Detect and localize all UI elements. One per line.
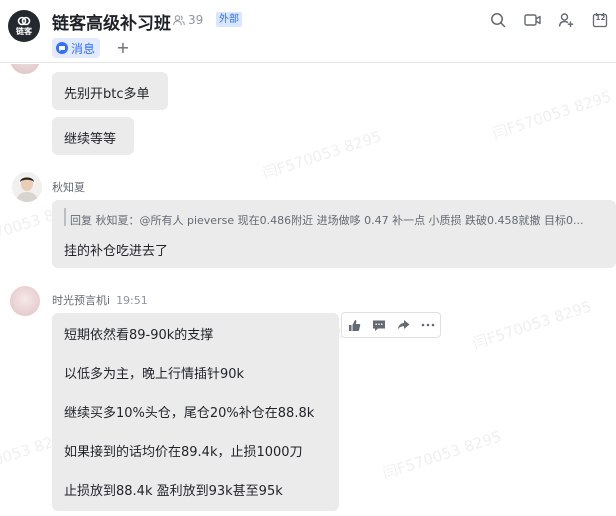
watermark: 闫F570053 8295 xyxy=(490,87,614,143)
forward-icon xyxy=(397,320,410,330)
message-bubble[interactable]: 回复 秋知夏：@所有人 pieverse 现在0.486附近 进场做哆 0.47… xyxy=(52,200,616,268)
watermark: 闫F570053 8295 xyxy=(380,427,504,483)
forward-button[interactable] xyxy=(391,313,416,337)
header-toolbar: 12 xyxy=(480,10,616,30)
message-line: 以低多为主，晚上行情插针90k xyxy=(64,367,245,382)
message-line: 继续买多10%头仓，尾仓20%补仓在88.8k xyxy=(64,406,315,421)
watermark: 闫F570053 8295 xyxy=(470,297,594,353)
avatar[interactable] xyxy=(10,286,40,316)
message-bubble[interactable]: 先别开btc多单 xyxy=(52,72,168,110)
message-icon xyxy=(56,42,68,54)
calendar-button[interactable]: 12 xyxy=(584,10,616,30)
video-icon xyxy=(523,14,541,26)
chat-header: 链客 链客高级补习班 39 外部 12 消息 + xyxy=(0,0,616,63)
message-text: 先别开btc多单 xyxy=(64,87,150,102)
tab-messages-label: 消息 xyxy=(71,41,96,56)
add-member-icon xyxy=(558,13,574,27)
thumbs-up-icon xyxy=(348,319,361,331)
sender-line: 时光预言机i 19:51 xyxy=(52,292,148,308)
video-call-button[interactable] xyxy=(516,10,548,30)
message-text: 挂的补仓吃进去了 xyxy=(64,244,169,259)
member-count[interactable]: 39 xyxy=(173,13,203,27)
group-avatar-text: 链客 xyxy=(16,27,32,36)
member-count-value: 39 xyxy=(188,13,204,27)
message-text: 继续等等 xyxy=(64,132,117,147)
message-line: 止损放到88.4k 盈利放到93k甚至95k xyxy=(64,484,283,499)
external-badge: 外部 xyxy=(216,12,242,27)
reply-button[interactable] xyxy=(367,313,392,337)
group-title[interactable]: 链客高级补习班 xyxy=(52,9,171,34)
calendar-day: 12 xyxy=(595,14,606,22)
more-button[interactable] xyxy=(416,313,441,337)
message-time: 19:51 xyxy=(116,294,148,307)
message-list[interactable]: 闫F570053 8295 闫F570053 8295 闫F570053 829… xyxy=(0,64,616,516)
message-line: 短期依然看89-90k的支撑 xyxy=(64,328,214,343)
message-bubble[interactable]: 短期依然看89-90k的支撑 以低多为主，晚上行情插针90k 继续买多10%头仓… xyxy=(52,313,339,511)
message-actions-bar xyxy=(341,312,441,338)
message-bubble[interactable]: 继续等等 xyxy=(52,117,134,155)
reaction-button[interactable] xyxy=(342,313,367,337)
reply-indicator xyxy=(64,208,66,226)
sender-name[interactable]: 秋知夏 xyxy=(52,179,85,195)
search-icon xyxy=(491,13,506,28)
comment-icon xyxy=(372,320,385,331)
avatar[interactable] xyxy=(12,172,42,202)
watermark: 闫F570053 8295 xyxy=(260,127,384,183)
add-member-button[interactable] xyxy=(550,10,582,30)
avatar[interactable] xyxy=(10,64,40,74)
members-icon xyxy=(173,14,185,25)
sender-name[interactable]: 时光预言机i xyxy=(52,294,110,307)
avatar-portrait-icon xyxy=(12,172,42,202)
group-avatar[interactable]: 链客 xyxy=(8,10,40,42)
more-icon xyxy=(421,323,435,327)
reply-quote[interactable]: 回复 秋知夏：@所有人 pieverse 现在0.486附近 进场做哆 0.47… xyxy=(70,212,616,228)
chain-logo-icon xyxy=(17,16,31,26)
message-line: 如果接到的话均价在89.4k，止损1000刀 xyxy=(64,445,303,460)
search-button[interactable] xyxy=(482,10,514,30)
add-tab-button[interactable]: + xyxy=(114,38,132,58)
tab-messages[interactable]: 消息 xyxy=(52,38,101,58)
